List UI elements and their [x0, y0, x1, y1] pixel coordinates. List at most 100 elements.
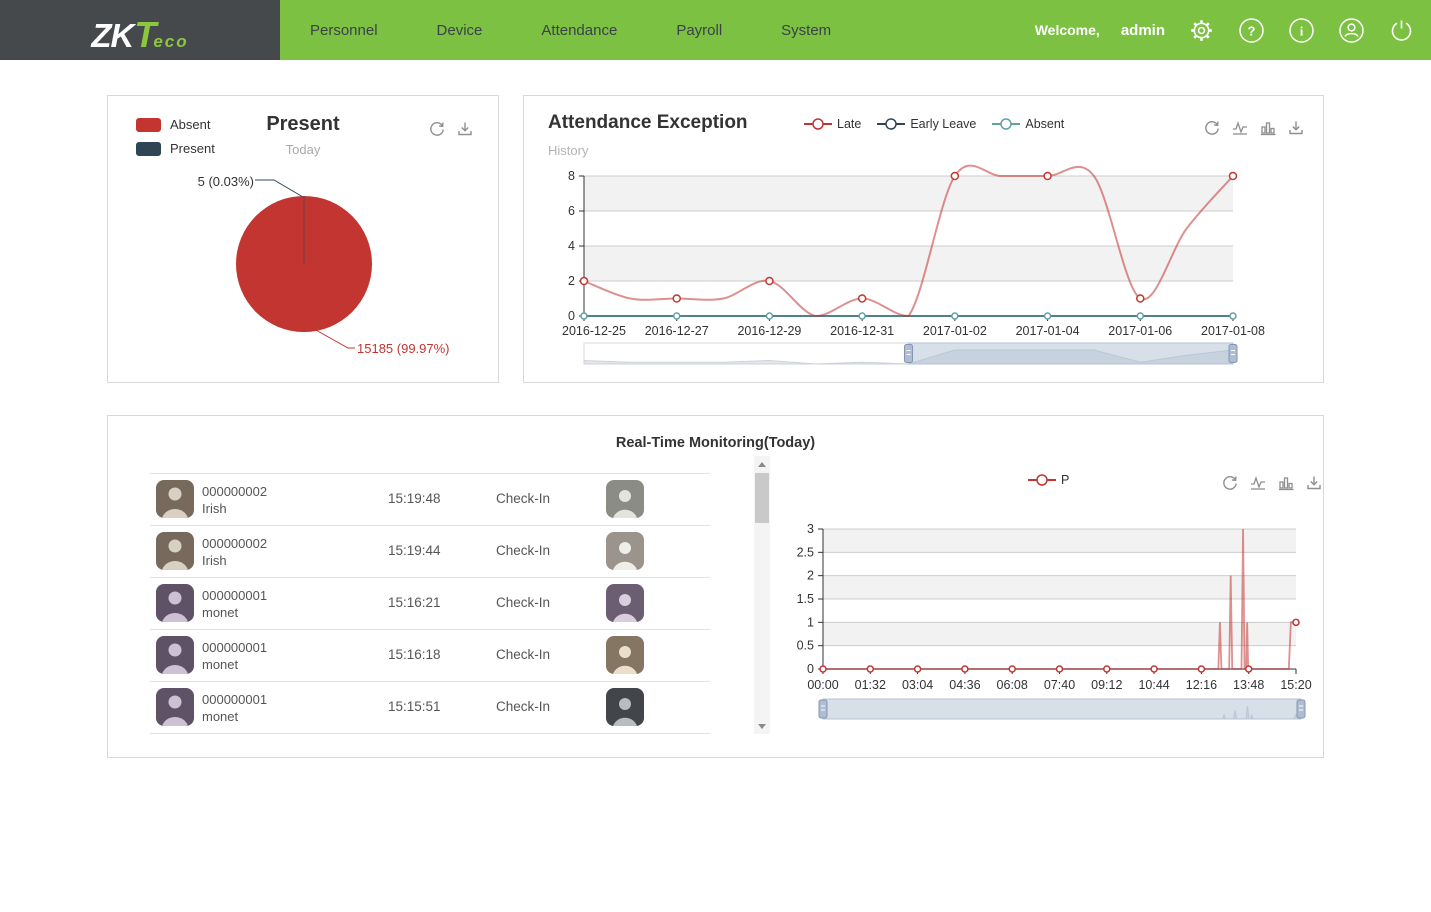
- svg-text:1: 1: [807, 615, 814, 629]
- legend-late[interactable]: Late: [804, 117, 861, 131]
- current-user[interactable]: admin: [1121, 22, 1165, 39]
- employee-photo: [156, 480, 194, 518]
- svg-text:04:36: 04:36: [949, 678, 980, 692]
- info-icon[interactable]: i: [1288, 17, 1315, 44]
- line-chart-icon[interactable]: [1231, 119, 1249, 137]
- svg-text:2017-01-02: 2017-01-02: [923, 324, 987, 338]
- datazoom-handle[interactable]: [1229, 345, 1237, 363]
- scrollbar-thumb[interactable]: [755, 473, 769, 523]
- table-row[interactable]: 000000001monet 15:15:51 Check-In: [150, 681, 710, 734]
- table-row[interactable]: 000000002Irish 15:19:48 Check-In: [150, 473, 710, 525]
- nav-device[interactable]: Device: [437, 22, 483, 39]
- monitoring-title: Real-Time Monitoring(Today): [108, 435, 1323, 451]
- logo-text-zk: ZK: [91, 17, 133, 55]
- download-icon[interactable]: [1305, 474, 1323, 492]
- pie-datalabel-absent: 15185 (99.97%): [357, 341, 450, 356]
- employee-id: 000000001: [202, 691, 267, 708]
- employee-name: monet: [202, 604, 267, 621]
- help-icon[interactable]: ?: [1238, 17, 1265, 44]
- employee-name: monet: [202, 656, 267, 673]
- employee-id: 000000001: [202, 587, 267, 604]
- scroll-up-arrow-icon[interactable]: [754, 456, 770, 472]
- download-icon[interactable]: [1287, 119, 1305, 137]
- datazoom-handle[interactable]: [1297, 700, 1305, 718]
- employee-id: 000000001: [202, 639, 267, 656]
- svg-text:2017-01-08: 2017-01-08: [1201, 324, 1265, 338]
- legend-late-label: Late: [837, 117, 861, 131]
- nav-system[interactable]: System: [781, 22, 831, 39]
- logout-power-icon[interactable]: [1388, 17, 1415, 44]
- nav-personnel[interactable]: Personnel: [310, 22, 378, 39]
- svg-text:0: 0: [807, 662, 814, 676]
- table-row[interactable]: 000000001monet 15:16:21 Check-In: [150, 577, 710, 629]
- checkin-status: Check-In: [496, 699, 550, 714]
- table-row[interactable]: 000000001monet 15:16:18 Check-In: [150, 629, 710, 681]
- exception-card-title: Attendance Exception: [548, 112, 748, 134]
- datazoom-handle[interactable]: [819, 700, 827, 718]
- capture-photo: [606, 480, 644, 518]
- download-icon[interactable]: [456, 120, 474, 138]
- pie-toolbox: [428, 120, 474, 138]
- refresh-icon[interactable]: [428, 120, 446, 138]
- legend-early-leave[interactable]: Early Leave: [877, 117, 976, 131]
- refresh-icon[interactable]: [1203, 119, 1221, 137]
- capture-photo: [606, 636, 644, 674]
- line-chart-icon[interactable]: [1249, 474, 1267, 492]
- svg-text:15:20: 15:20: [1280, 678, 1311, 692]
- table-scrollbar[interactable]: [754, 456, 770, 734]
- datazoom-handle[interactable]: [905, 345, 913, 363]
- exception-legend: Late Early Leave Absent: [804, 117, 1064, 131]
- employee-name: Irish: [202, 552, 267, 569]
- monitoring-legend: P: [1028, 473, 1069, 487]
- bar-chart-icon[interactable]: [1277, 474, 1295, 492]
- checkin-status: Check-In: [496, 543, 550, 558]
- user-area: Welcome, admin ? i: [1035, 0, 1415, 60]
- svg-text:3: 3: [807, 522, 814, 536]
- exception-toolbox: [1203, 119, 1305, 137]
- employee-id: 000000002: [202, 535, 267, 552]
- checkin-status: Check-In: [496, 647, 550, 662]
- attendance-exception-chart[interactable]: 024682016-12-252016-12-272016-12-292016-…: [524, 96, 1323, 382]
- svg-text:07:40: 07:40: [1044, 678, 1075, 692]
- svg-text:2016-12-29: 2016-12-29: [737, 324, 801, 338]
- checkin-status: Check-In: [496, 491, 550, 506]
- user-account-icon[interactable]: [1338, 17, 1365, 44]
- capture-photo: [606, 584, 644, 622]
- svg-text:10:44: 10:44: [1138, 678, 1169, 692]
- svg-text:2: 2: [807, 569, 814, 583]
- checkin-time: 15:16:18: [388, 647, 441, 662]
- employee-photo: [156, 636, 194, 674]
- svg-text:6: 6: [568, 204, 575, 218]
- svg-text:2017-01-04: 2017-01-04: [1016, 324, 1080, 338]
- legend-absent[interactable]: Absent: [992, 117, 1064, 131]
- table-row[interactable]: 000000002Irish 15:19:44 Check-In: [150, 525, 710, 577]
- svg-text:i: i: [1300, 23, 1304, 38]
- svg-text:01:32: 01:32: [855, 678, 886, 692]
- svg-text:?: ?: [1248, 23, 1256, 38]
- svg-text:13:48: 13:48: [1233, 678, 1264, 692]
- zkteco-logo: ZKTeco: [0, 0, 280, 60]
- realtime-monitoring-card: 00.511.522.5300:0001:3203:0404:3606:0807…: [107, 415, 1324, 758]
- present-summary-card: Absent Present Present Today 5 (0.03%) 1…: [107, 95, 499, 383]
- exception-card-subtitle: History: [548, 143, 588, 158]
- svg-text:2016-12-31: 2016-12-31: [830, 324, 894, 338]
- checkin-status: Check-In: [496, 595, 550, 610]
- employee-photo: [156, 584, 194, 622]
- legend-p[interactable]: P: [1028, 473, 1069, 487]
- scroll-down-arrow-icon[interactable]: [754, 718, 770, 734]
- bar-chart-icon[interactable]: [1259, 119, 1277, 137]
- employee-name: Irish: [202, 500, 267, 517]
- pie-datalabel-present: 5 (0.03%): [108, 174, 254, 189]
- employee-id: 000000002: [202, 483, 267, 500]
- capture-photo: [606, 532, 644, 570]
- settings-gear-icon[interactable]: [1188, 17, 1215, 44]
- nav-attendance[interactable]: Attendance: [541, 22, 617, 39]
- employee-photo: [156, 688, 194, 726]
- svg-text:00:00: 00:00: [807, 678, 838, 692]
- legend-early-leave-label: Early Leave: [910, 117, 976, 131]
- refresh-icon[interactable]: [1221, 474, 1239, 492]
- svg-text:8: 8: [568, 169, 575, 183]
- present-pie-chart[interactable]: [108, 96, 498, 382]
- svg-text:2.5: 2.5: [797, 545, 814, 559]
- nav-payroll[interactable]: Payroll: [676, 22, 722, 39]
